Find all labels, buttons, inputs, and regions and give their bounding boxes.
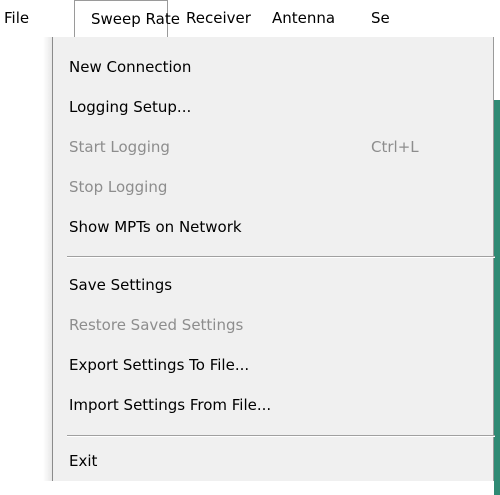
file-dropdown-menu: New Connection Logging Setup... Start Lo… bbox=[43, 37, 495, 481]
menu-separator bbox=[67, 256, 495, 258]
menubar-settings[interactable]: Se bbox=[371, 0, 390, 38]
menu-item-shortcut: Ctrl+L bbox=[371, 138, 419, 156]
menu-item-label: Show MPTs on Network bbox=[69, 218, 242, 236]
menu-item-start-logging[interactable]: Start Logging Ctrl+L bbox=[53, 127, 493, 167]
menu-item-stop-logging[interactable]: Stop Logging bbox=[53, 167, 493, 207]
menubar-receiver[interactable]: Receiver bbox=[186, 0, 251, 38]
menubar-file-label: File bbox=[4, 9, 30, 27]
menubar-file[interactable]: File bbox=[4, 0, 29, 38]
menubar-settings-label: Se bbox=[371, 9, 390, 27]
menu-item-label: Exit bbox=[69, 452, 98, 470]
menu-item-exit[interactable]: Exit bbox=[53, 441, 493, 481]
menu-item-label: Save Settings bbox=[69, 276, 173, 294]
menu-item-label: Restore Saved Settings bbox=[69, 316, 244, 334]
menu-item-save-settings[interactable]: Save Settings bbox=[53, 265, 493, 305]
menu-item-label: Start Logging bbox=[69, 138, 170, 156]
menu-separator bbox=[67, 435, 495, 437]
menu-item-import-settings[interactable]: Import Settings From File... bbox=[53, 385, 493, 425]
menu-item-label: New Connection bbox=[69, 58, 192, 76]
menu-item-show-mpts[interactable]: Show MPTs on Network bbox=[53, 207, 493, 247]
menu-item-logging-setup[interactable]: Logging Setup... bbox=[53, 87, 493, 127]
menu-item-restore-saved-settings[interactable]: Restore Saved Settings bbox=[53, 305, 493, 345]
menubar-antenna-label: Antenna bbox=[272, 9, 336, 27]
menubar-antenna[interactable]: Antenna bbox=[272, 0, 335, 38]
menu-item-label: Export Settings To File... bbox=[69, 356, 250, 374]
menubar-sweep-rate-label: Sweep Rate bbox=[91, 10, 180, 28]
menu-item-label: Logging Setup... bbox=[69, 98, 192, 116]
menubar-receiver-label: Receiver bbox=[186, 9, 251, 27]
dropdown-shadow bbox=[43, 37, 53, 481]
menu-item-export-settings[interactable]: Export Settings To File... bbox=[53, 345, 493, 385]
menu-item-label: Import Settings From File... bbox=[69, 396, 272, 414]
menu-bar: File Sweep Rate Receiver Antenna Se bbox=[0, 0, 500, 38]
menu-item-new-connection[interactable]: New Connection bbox=[53, 47, 493, 87]
menu-item-label: Stop Logging bbox=[69, 178, 168, 196]
menubar-sweep-rate[interactable]: Sweep Rate bbox=[74, 0, 180, 38]
